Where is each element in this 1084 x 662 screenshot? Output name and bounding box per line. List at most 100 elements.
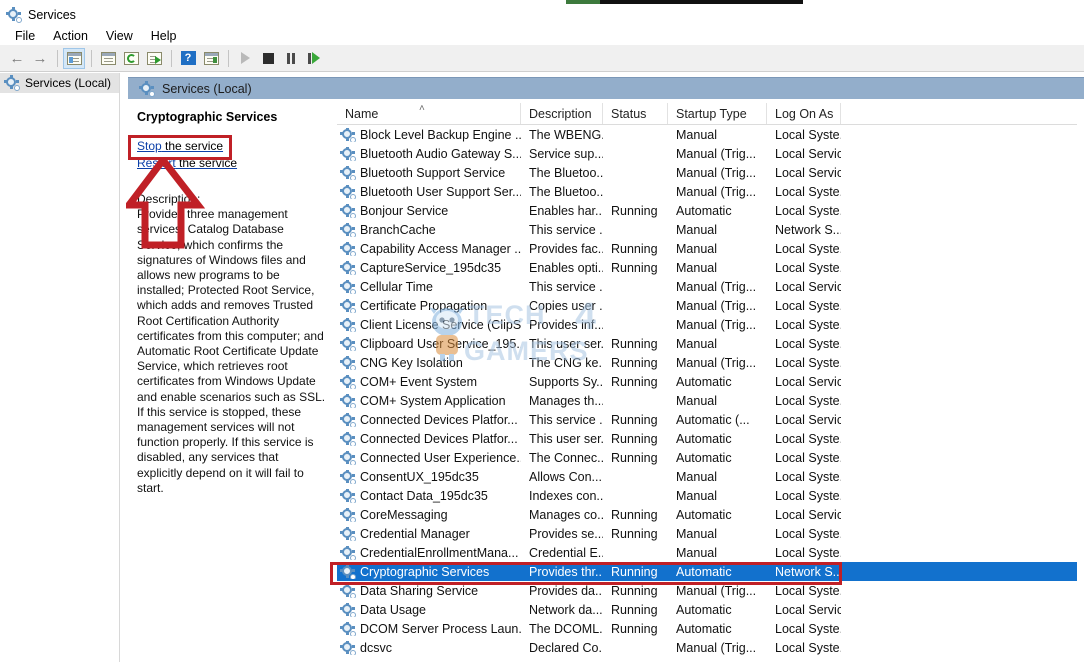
cell-description: Enables har...	[521, 204, 603, 218]
refresh-button[interactable]	[120, 48, 142, 69]
table-row[interactable]: CoreMessagingManages co...RunningAutomat…	[337, 505, 1077, 524]
table-row[interactable]: ConsentUX_195dc35Allows Con...ManualLoca…	[337, 467, 1077, 486]
content-pane: Services (Local) Cryptographic Services …	[121, 73, 1084, 662]
forward-button[interactable]: →	[29, 48, 51, 69]
menu-item-file[interactable]: File	[6, 28, 44, 44]
start-service-button[interactable]	[234, 48, 256, 69]
cell-name: Data Usage	[337, 603, 521, 617]
table-row[interactable]: Certificate PropagationCopies user ...Ma…	[337, 296, 1077, 315]
table-row[interactable]: DCOM Server Process Laun...The DCOML...R…	[337, 619, 1077, 638]
pause-service-button[interactable]	[280, 48, 302, 69]
cell-description: The Bluetoo...	[521, 166, 603, 180]
service-name-text: CredentialEnrollmentMana...	[360, 546, 518, 560]
cell-description: Allows Con...	[521, 470, 603, 484]
table-row[interactable]: Contact Data_195dc35Indexes con...Manual…	[337, 486, 1077, 505]
cell-name: ConsentUX_195dc35	[337, 470, 521, 484]
window-title-bar: Services	[0, 4, 1084, 26]
cell-startup: Manual (Trig...	[668, 356, 767, 370]
show-hide-console-tree-button[interactable]	[63, 48, 85, 69]
cell-description: This service ...	[521, 280, 603, 294]
table-row[interactable]: Cryptographic ServicesProvides thr...Run…	[337, 562, 1077, 581]
export-list-button[interactable]	[143, 48, 165, 69]
column-header-description[interactable]: Description	[521, 103, 603, 124]
cell-startup: Automatic	[668, 622, 767, 636]
menu-item-help[interactable]: Help	[142, 28, 186, 44]
cell-status: Running	[603, 603, 668, 617]
toolbar-separator	[228, 50, 229, 67]
services-gear-icon	[341, 204, 355, 218]
tree-item-services-local[interactable]: Services (Local)	[0, 73, 119, 93]
table-row[interactable]: Capability Access Manager ...Provides fa…	[337, 239, 1077, 258]
table-row[interactable]: COM+ Event SystemSupports Sy...RunningAu…	[337, 372, 1077, 391]
table-row[interactable]: Connected Devices Platfor...This user se…	[337, 429, 1077, 448]
restart-the-service-link[interactable]: Restart the service	[137, 155, 237, 172]
cell-logon: Local Syste...	[767, 242, 841, 256]
table-row[interactable]: Bonjour ServiceEnables har...RunningAuto…	[337, 201, 1077, 220]
column-header-startup-type[interactable]: Startup Type	[668, 103, 767, 124]
stop-the-service-link[interactable]: Stop the service	[137, 138, 223, 155]
column-header-log-on-as-label: Log On As	[775, 107, 833, 121]
service-name-text: Credential Manager	[360, 527, 470, 541]
cell-status: Running	[603, 242, 668, 256]
tree-item-label: Services (Local)	[25, 76, 111, 90]
table-row[interactable]: Client License Service (ClipS...Provides…	[337, 315, 1077, 334]
service-name-text: BranchCache	[360, 223, 436, 237]
help-button[interactable]: ?	[177, 48, 199, 69]
menu-item-view[interactable]: View	[97, 28, 142, 44]
cell-startup: Automatic	[668, 508, 767, 522]
cell-description: This service ...	[521, 223, 603, 237]
cell-status: Running	[603, 622, 668, 636]
table-row[interactable]: Clipboard User Service_195...This user s…	[337, 334, 1077, 353]
table-row[interactable]: Data Sharing ServiceProvides da...Runnin…	[337, 581, 1077, 600]
table-row[interactable]: CNG Key IsolationThe CNG ke...RunningMan…	[337, 353, 1077, 372]
cell-startup: Manual (Trig...	[668, 147, 767, 161]
cell-status: Running	[603, 356, 668, 370]
table-row[interactable]: Bluetooth Audio Gateway S...Service sup.…	[337, 144, 1077, 163]
service-name-text: dcsvc	[360, 641, 392, 655]
stop-link-text: Stop	[137, 139, 162, 153]
table-row[interactable]: Credential ManagerProvides se...RunningM…	[337, 524, 1077, 543]
menu-bar: File Action View Help	[0, 26, 1084, 45]
toolbar: ← → ?	[0, 45, 1084, 72]
table-row[interactable]: CredentialEnrollmentMana...Credential E.…	[337, 543, 1077, 562]
menu-item-action[interactable]: Action	[44, 28, 97, 44]
column-header-log-on-as[interactable]: Log On As	[767, 103, 841, 124]
restart-icon	[308, 52, 320, 64]
services-gear-icon	[341, 394, 355, 408]
table-row[interactable]: Block Level Backup Engine ...The WBENG..…	[337, 125, 1077, 144]
cell-name: Client License Service (ClipS...	[337, 318, 521, 332]
cell-name: DCOM Server Process Laun...	[337, 622, 521, 636]
restart-service-button[interactable]	[303, 48, 325, 69]
table-row[interactable]: BranchCacheThis service ...ManualNetwork…	[337, 220, 1077, 239]
services-gear-icon	[341, 318, 355, 332]
column-header-name[interactable]: Name ˄	[337, 103, 521, 124]
cell-logon: Local Syste...	[767, 489, 841, 503]
cell-startup: Manual	[668, 470, 767, 484]
service-details-panel: Cryptographic Services Stop the service …	[128, 103, 335, 658]
table-row[interactable]: Cellular TimeThis service ...Manual (Tri…	[337, 277, 1077, 296]
services-gear-icon	[341, 261, 355, 275]
services-gear-icon	[341, 185, 355, 199]
table-row[interactable]: Connected User Experience...The Connec..…	[337, 448, 1077, 467]
cell-name: Connected Devices Platfor...	[337, 413, 521, 427]
table-row[interactable]: CaptureService_195dc35Enables opti...Run…	[337, 258, 1077, 277]
services-gear-icon	[7, 8, 21, 22]
back-button[interactable]: ←	[6, 48, 28, 69]
services-gear-icon	[341, 470, 355, 484]
cell-logon: Local Syste...	[767, 261, 841, 275]
service-name-text: DCOM Server Process Laun...	[360, 622, 521, 636]
table-row[interactable]: dcsvcDeclared Co...Manual (Trig...Local …	[337, 638, 1077, 657]
show-action-pane-button[interactable]	[200, 48, 222, 69]
table-row[interactable]: Bluetooth Support ServiceThe Bluetoo...M…	[337, 163, 1077, 182]
services-gear-icon	[5, 76, 19, 90]
cell-logon: Local Syste...	[767, 204, 841, 218]
table-row[interactable]: Data UsageNetwork da...RunningAutomaticL…	[337, 600, 1077, 619]
service-name-text: Bluetooth User Support Ser...	[360, 185, 521, 199]
stop-service-button[interactable]	[257, 48, 279, 69]
table-row[interactable]: Connected Devices Platfor...This service…	[337, 410, 1077, 429]
cell-name: Bonjour Service	[337, 204, 521, 218]
properties-button[interactable]	[97, 48, 119, 69]
table-row[interactable]: Bluetooth User Support Ser...The Bluetoo…	[337, 182, 1077, 201]
table-row[interactable]: COM+ System ApplicationManages th...Manu…	[337, 391, 1077, 410]
column-header-status[interactable]: Status	[603, 103, 668, 124]
